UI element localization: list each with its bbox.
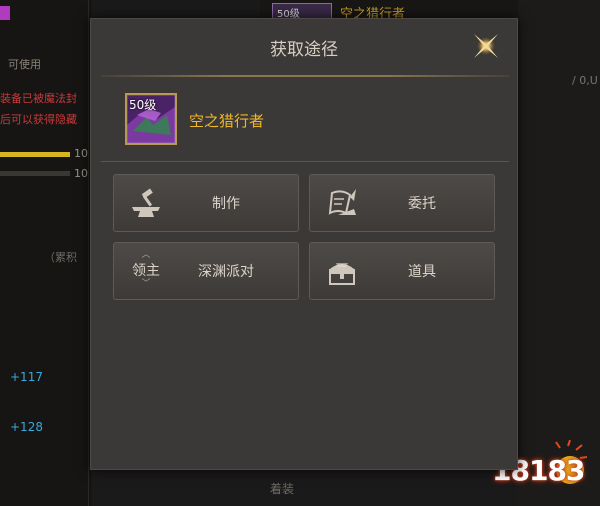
background-stat-1: +117 <box>10 370 43 384</box>
background-stat-2: +128 <box>10 420 43 434</box>
section-divider <box>101 161 509 162</box>
background-warning-text-2: 后可以获得隐藏 <box>0 113 77 126</box>
scroll-quill-icon <box>328 189 356 215</box>
background-bar-value-1: 10 <box>74 147 88 160</box>
source-label-item: 道具 <box>408 264 436 280</box>
source-label-commission: 委托 <box>408 196 436 212</box>
source-button-commission[interactable]: 委托 <box>309 174 495 232</box>
anvil-hammer-icon <box>132 188 160 217</box>
background-usable-text: 可使用 <box>8 58 41 71</box>
source-button-item[interactable]: 道具 <box>309 242 495 300</box>
background-grey-bar <box>0 171 70 176</box>
lord-badge-icon: ︿ 领主 ﹀ <box>128 251 164 293</box>
close-icon <box>474 34 498 58</box>
item-icon[interactable]: 50级 <box>125 93 177 145</box>
item-level-badge: 50级 <box>129 98 157 112</box>
acquisition-dialog: 获取途径 50级 空之猎行者 制作 委托 ︿ 领主 ﹀ 深渊派对 道具 <box>90 18 518 470</box>
source-button-craft[interactable]: 制作 <box>113 174 299 232</box>
item-name: 空之猎行者 <box>189 112 265 130</box>
source-label-craft: 制作 <box>212 196 240 212</box>
source-button-abyss-party[interactable]: ︿ 领主 ﹀ 深渊派对 <box>113 242 299 300</box>
dialog-title: 获取途径 <box>270 40 338 60</box>
background-right-text: / 0,U <box>572 74 598 87</box>
background-magenta-chip <box>0 6 10 20</box>
treasure-chest-icon <box>329 263 355 285</box>
lord-badge-text: 领主 <box>132 263 160 279</box>
source-label-abyss-party: 深渊派对 <box>198 264 254 280</box>
chevron-up-icon: ︿ <box>141 250 151 260</box>
chevron-down-icon: ﹀ <box>141 279 151 289</box>
title-divider <box>101 75 509 77</box>
background-warning-text-1: 装备已被魔法封 <box>0 92 77 105</box>
background-bar-value-2: 10 <box>74 167 88 180</box>
close-button[interactable] <box>469 29 503 63</box>
background-accumulate-text: （累积 <box>44 251 77 264</box>
background-yellow-bar <box>0 152 70 157</box>
background-bottom-text: 着装 <box>270 482 295 496</box>
